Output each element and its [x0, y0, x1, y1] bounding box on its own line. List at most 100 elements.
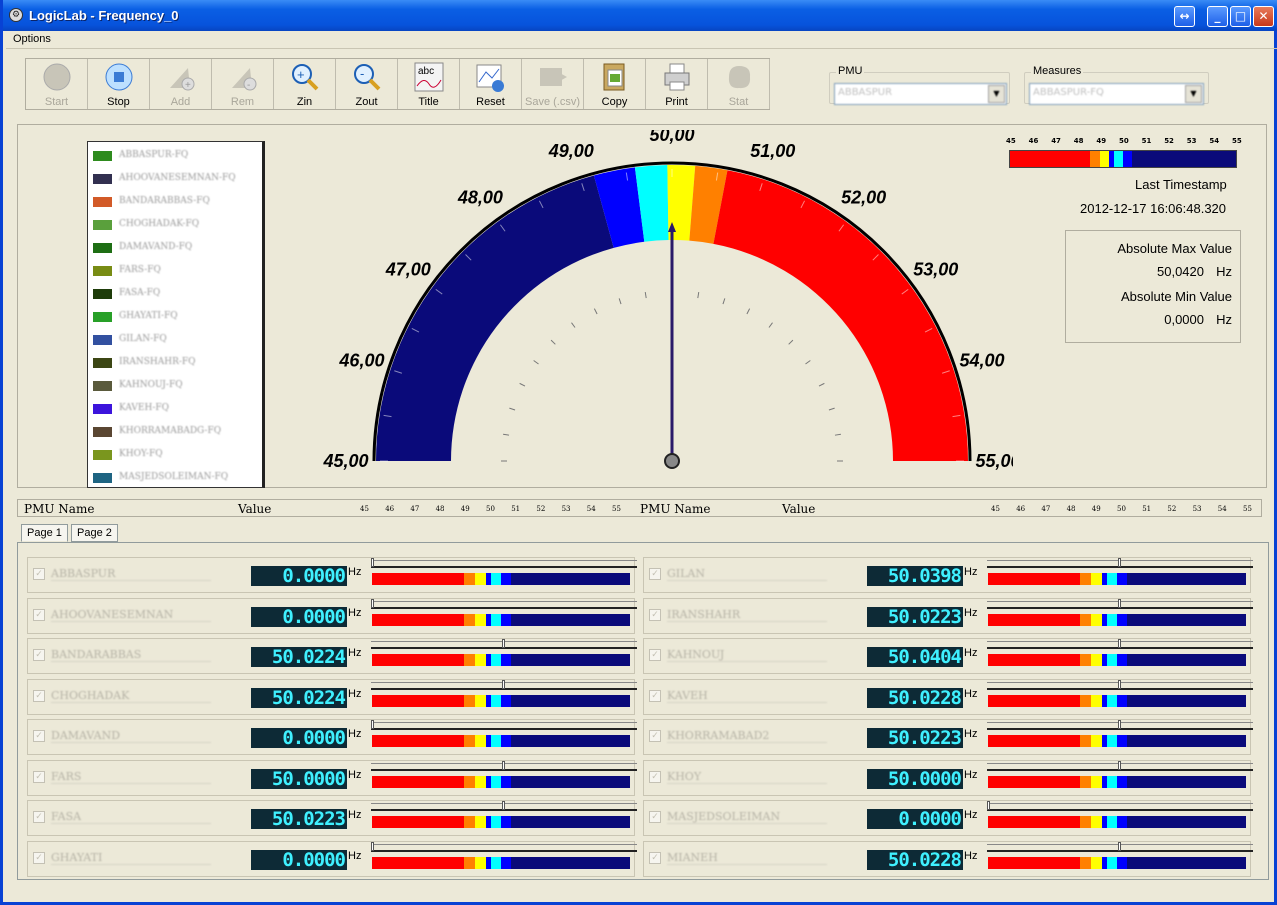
value-slider[interactable]	[987, 639, 1253, 649]
toolbar-rem-button[interactable]: - Rem	[212, 59, 274, 109]
legend-item[interactable]: KAVEH-FQ	[93, 403, 262, 417]
value-slider[interactable]	[987, 841, 1253, 852]
slider-thumb[interactable]	[371, 720, 374, 729]
chevron-down-icon[interactable]: ▼	[1185, 85, 1202, 103]
menu-options[interactable]: Options	[13, 33, 51, 45]
value-slider[interactable]	[371, 801, 637, 811]
gauge-inner-tick	[697, 292, 700, 299]
abs-min-label: Absolute Min Value	[1120, 289, 1232, 304]
row-checkbox[interactable]: ✓	[649, 851, 661, 864]
toolbar-reset-button[interactable]: Reset	[460, 59, 522, 109]
row-checkbox[interactable]: ✓	[33, 851, 45, 864]
row-checkbox[interactable]: ✓	[33, 689, 45, 702]
range-segment	[1127, 816, 1246, 828]
slider-thumb[interactable]	[1118, 760, 1121, 770]
slider-thumb[interactable]	[1118, 679, 1121, 689]
legend-item[interactable]: FARS-FQ	[93, 265, 262, 279]
legend-item[interactable]: CHOGHADAK-FQ	[93, 219, 262, 233]
row-checkbox[interactable]: ✓	[649, 689, 661, 702]
slider-thumb[interactable]	[371, 598, 374, 608]
row-checkbox[interactable]: ✓	[649, 608, 661, 621]
row-checkbox[interactable]: ✓	[649, 770, 661, 783]
restore-layout-icon[interactable]: ↔	[1174, 6, 1195, 27]
value-slider[interactable]	[987, 598, 1253, 609]
legend-item[interactable]: DAMAVAND-FQ	[93, 242, 262, 256]
toolbar-stat-button[interactable]: Stat	[708, 59, 770, 109]
range-segment	[490, 654, 501, 666]
maximize-button[interactable]: □	[1230, 6, 1251, 27]
slider-thumb[interactable]	[502, 801, 505, 810]
toolbar-zout-button[interactable]: - Zout	[336, 59, 398, 109]
pmu-select[interactable]: ABBASPUR ▼	[834, 83, 1007, 105]
slider-thumb[interactable]	[1118, 558, 1121, 567]
value-slider[interactable]	[371, 598, 637, 609]
slider-thumb[interactable]	[371, 558, 374, 567]
chevron-down-icon[interactable]: ▼	[988, 85, 1005, 103]
close-button[interactable]: ✕	[1253, 6, 1274, 27]
row-checkbox[interactable]: ✓	[33, 649, 45, 661]
value-slider[interactable]	[371, 720, 637, 730]
toolbar-start-button[interactable]: Start	[26, 59, 88, 109]
row-checkbox[interactable]: ✓	[33, 568, 45, 580]
value-slider[interactable]	[987, 720, 1253, 730]
slider-thumb[interactable]	[502, 760, 505, 770]
legend-item[interactable]: GILAN-FQ	[93, 334, 262, 348]
row-checkbox[interactable]: ✓	[33, 608, 45, 621]
last-timestamp-label: Last Timestamp	[1135, 177, 1227, 192]
row-checkbox[interactable]: ✓	[33, 770, 45, 783]
value-slider[interactable]	[371, 760, 637, 771]
toolbar-copy-button[interactable]: Copy	[584, 59, 646, 109]
scale-tick-label: 45	[1006, 137, 1016, 145]
value-slider[interactable]	[987, 801, 1253, 811]
slider-thumb[interactable]	[1118, 841, 1121, 851]
slider-thumb[interactable]	[1118, 639, 1121, 648]
measures-select[interactable]: ABBASPUR-FQ ▼	[1029, 83, 1204, 105]
value-slider[interactable]	[987, 679, 1253, 690]
title-bar[interactable]: ⚙ LogicLab - Frequency_0 ↔ _ □ ✕	[3, 0, 1277, 31]
slider-thumb[interactable]	[502, 679, 505, 689]
minimize-button[interactable]: _	[1207, 6, 1228, 27]
toolbar-add-button[interactable]: + Add	[150, 59, 212, 109]
zoom-out-icon: -	[352, 62, 382, 92]
range-segment	[501, 613, 512, 626]
value-slider[interactable]	[987, 558, 1253, 568]
range-segment	[475, 856, 486, 869]
app-icon[interactable]: ⚙	[9, 8, 23, 22]
svg-text:-: -	[360, 66, 364, 81]
value-slider[interactable]	[371, 639, 637, 649]
value-slider[interactable]	[371, 679, 637, 690]
row-checkbox[interactable]: ✓	[649, 730, 661, 742]
row-checkbox[interactable]: ✓	[33, 811, 45, 823]
slider-thumb[interactable]	[371, 841, 374, 851]
slider-thumb[interactable]	[987, 801, 990, 810]
value-slider[interactable]	[987, 760, 1253, 771]
toolbar-title-button[interactable]: abc Title	[398, 59, 460, 109]
value-slider[interactable]	[371, 558, 637, 568]
legend-item[interactable]: KHOY-FQ	[93, 449, 262, 463]
range-segment	[988, 654, 1080, 666]
legend-item[interactable]: AHOOVANESEMNAN-FQ	[93, 173, 262, 187]
tab-page-1[interactable]: Page 1	[21, 524, 68, 542]
row-checkbox[interactable]: ✓	[649, 649, 661, 661]
row-checkbox[interactable]: ✓	[649, 568, 661, 580]
toolbar-save-csv-button[interactable]: Save (.csv)	[522, 59, 584, 109]
slider-thumb[interactable]	[502, 639, 505, 648]
legend-item[interactable]: KHORRAMABADG-FQ	[93, 426, 262, 440]
row-checkbox[interactable]: ✓	[33, 730, 45, 742]
range-segment	[1091, 654, 1102, 666]
value-slider[interactable]	[371, 841, 637, 852]
slider-thumb[interactable]	[1118, 720, 1121, 729]
row-checkbox[interactable]: ✓	[649, 811, 661, 823]
legend-item[interactable]: FASA-FQ	[93, 288, 262, 302]
legend-item[interactable]: ABBASPUR-FQ	[93, 150, 262, 164]
toolbar-zin-button[interactable]: + Zin	[274, 59, 336, 109]
toolbar-print-button[interactable]: Print	[646, 59, 708, 109]
legend-item[interactable]: IRANSHAHR-FQ	[93, 357, 262, 371]
legend-item[interactable]: BANDARABBAS-FQ	[93, 196, 262, 210]
tab-page-2[interactable]: Page 2	[71, 524, 118, 542]
toolbar-stop-button[interactable]: Stop	[88, 59, 150, 109]
legend-item[interactable]: MASJEDSOLEIMAN-FQ	[93, 472, 262, 486]
slider-thumb[interactable]	[1118, 598, 1121, 608]
legend-item[interactable]: GHAYATI-FQ	[93, 311, 262, 325]
legend-item[interactable]: KAHNOUJ-FQ	[93, 380, 262, 394]
